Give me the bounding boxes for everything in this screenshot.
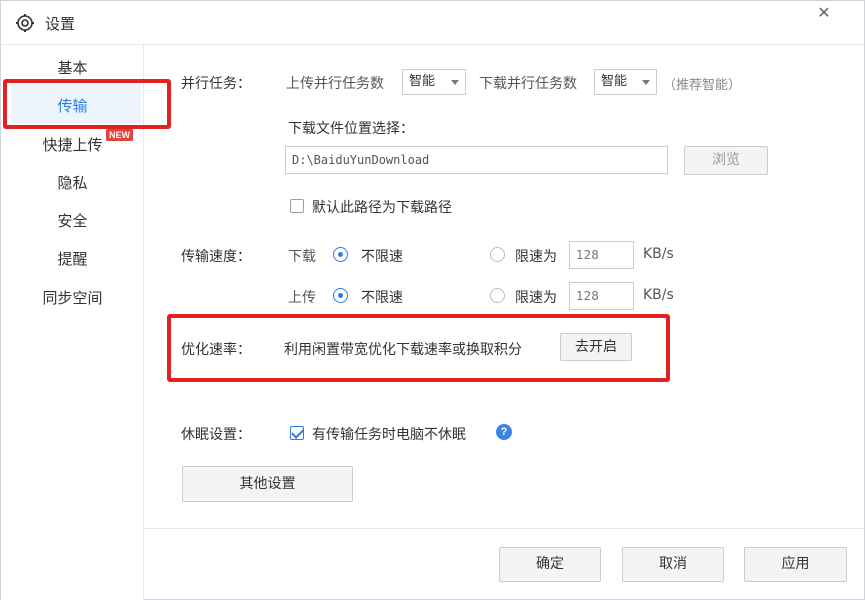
upload-parallel-select[interactable]: 智能 — [402, 69, 466, 95]
download-location-label: 下载文件位置选择： — [288, 121, 414, 137]
sidebar-item-security[interactable]: 安全 — [1, 210, 144, 231]
download-parallel-select[interactable]: 智能 — [594, 69, 657, 95]
sidebar-item-sync-space[interactable]: 同步空间 — [1, 287, 144, 308]
download-parallel-label: 下载并行任务数 — [479, 76, 577, 92]
settings-window: 设置 ✕ 基本 传输 快捷上传 NEW 隐私 安全 提醒 同步空间 并行任务： … — [0, 0, 865, 600]
upload-unit-label: KB/s — [643, 287, 674, 303]
other-settings-button[interactable]: 其他设置 — [182, 466, 353, 502]
default-path-checkbox[interactable] — [290, 199, 304, 213]
sidebar-item-reminder[interactable]: 提醒 — [1, 248, 144, 269]
download-unit-label: KB/s — [643, 246, 674, 262]
download-speed-label: 下载 — [288, 249, 316, 265]
chevron-down-icon — [451, 80, 459, 85]
download-limit-label: 限速为 — [515, 249, 557, 265]
upload-limit-label: 限速为 — [515, 290, 557, 306]
question-icon[interactable]: ? — [496, 424, 512, 440]
upload-limit-radio[interactable] — [490, 288, 505, 303]
no-sleep-label: 有传输任务时电脑不休眠 — [312, 427, 466, 443]
sidebar-item-privacy[interactable]: 隐私 — [1, 172, 144, 193]
upload-speed-label: 上传 — [288, 290, 316, 306]
browse-button[interactable]: 浏览 — [684, 146, 768, 175]
default-path-label: 默认此路径为下载路径 — [312, 200, 452, 216]
speed-label: 传输速度： — [181, 249, 251, 265]
download-path-field[interactable]: D:\BaiduYunDownload — [285, 146, 668, 174]
download-unlimited-label: 不限速 — [361, 249, 403, 265]
optimize-description: 利用闲置带宽优化下载速率或换取积分 — [284, 342, 522, 358]
chevron-down-icon — [642, 80, 650, 85]
window-title: 设置 — [45, 15, 76, 33]
enable-optimize-button[interactable]: 去开启 — [560, 333, 632, 361]
title-bar: 设置 ✕ — [1, 1, 864, 45]
new-badge: NEW — [106, 129, 133, 141]
parallel-hint: （推荐智能） — [663, 78, 742, 93]
sidebar-item-transfer[interactable]: 传输 — [1, 95, 144, 116]
upload-parallel-label: 上传并行任务数 — [286, 76, 384, 92]
optimize-label: 优化速率： — [181, 342, 251, 358]
upload-unlimited-label: 不限速 — [361, 290, 403, 306]
download-unlimited-radio[interactable] — [333, 247, 348, 262]
cancel-button[interactable]: 取消 — [622, 547, 724, 582]
sidebar: 基本 传输 快捷上传 NEW 隐私 安全 提醒 同步空间 — [1, 45, 144, 600]
upload-limit-input[interactable]: 128 — [569, 282, 634, 310]
upload-unlimited-radio[interactable] — [333, 288, 348, 303]
parallel-label: 并行任务： — [181, 76, 251, 92]
download-parallel-value: 智能 — [601, 74, 628, 89]
gear-icon — [15, 13, 35, 33]
apply-button[interactable]: 应用 — [744, 547, 847, 582]
sidebar-item-basic[interactable]: 基本 — [1, 57, 144, 78]
sleep-label: 休眠设置： — [181, 427, 251, 443]
upload-parallel-value: 智能 — [409, 74, 436, 89]
footer-divider — [144, 528, 864, 529]
close-icon[interactable]: ✕ — [814, 3, 834, 23]
download-limit-radio[interactable] — [490, 247, 505, 262]
download-limit-input[interactable]: 128 — [569, 241, 634, 269]
no-sleep-checkbox[interactable] — [290, 426, 304, 440]
ok-button[interactable]: 确定 — [499, 547, 601, 582]
